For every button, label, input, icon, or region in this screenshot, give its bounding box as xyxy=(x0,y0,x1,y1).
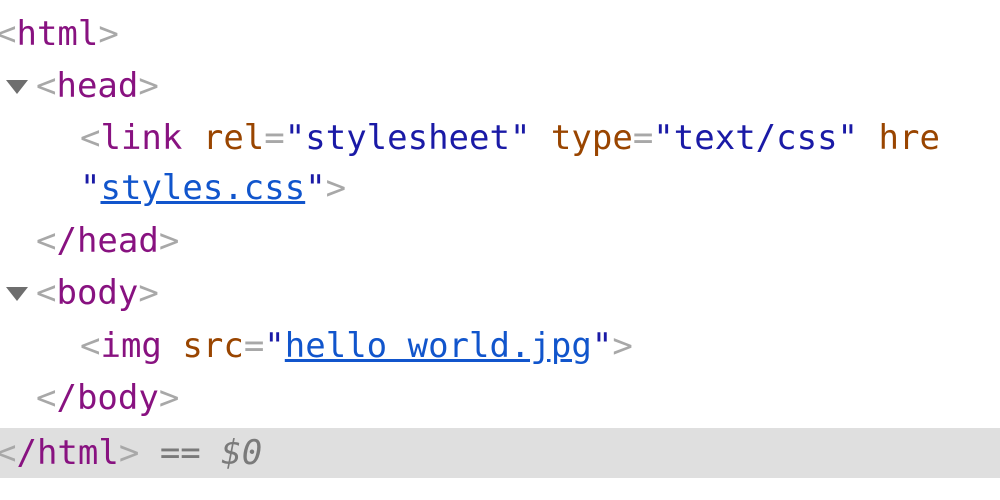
bracket: > xyxy=(325,168,347,208)
bracket: < xyxy=(36,273,57,313)
bracket: < xyxy=(0,14,17,54)
dom-node-head[interactable]: <head> xyxy=(0,61,1000,111)
bracket: > xyxy=(138,66,159,106)
bracket: > xyxy=(158,221,180,261)
dom-node-html-close-selected[interactable]: </html> == $0 xyxy=(0,428,1000,478)
head-close-tag: /head xyxy=(56,221,159,261)
dom-node-link-continuation[interactable]: "styles.css"> xyxy=(0,163,1000,213)
dom-node-body-close[interactable]: </body> xyxy=(0,373,1000,423)
link-tag: link xyxy=(100,118,183,158)
image-source-link[interactable]: hello world.jpg xyxy=(285,326,592,366)
bracket: > xyxy=(118,433,140,473)
bracket: < xyxy=(80,326,101,366)
type-value: text/css xyxy=(673,118,838,158)
href-attribute: hre xyxy=(878,118,940,158)
head-tag: head xyxy=(56,66,139,106)
body-tag: body xyxy=(56,273,139,313)
stylesheet-link[interactable]: styles.css xyxy=(100,168,305,208)
selected-equals: == xyxy=(159,433,201,473)
src-attribute: src xyxy=(182,326,244,366)
dom-node-body[interactable]: <body> xyxy=(0,268,1000,318)
dom-node-link[interactable]: <link rel="stylesheet" type="text/css" h… xyxy=(0,113,1000,163)
bracket: < xyxy=(0,433,17,473)
dom-node-html[interactable]: <html> xyxy=(0,9,1000,59)
bracket: > xyxy=(612,326,633,366)
dom-node-head-close[interactable]: </head> xyxy=(0,216,1000,266)
selected-node-reference: $0 xyxy=(221,433,263,473)
bracket: < xyxy=(36,66,57,106)
bracket: > xyxy=(98,14,119,54)
expand-triangle-icon[interactable] xyxy=(6,287,28,301)
bracket: < xyxy=(36,221,57,261)
type-attribute: type xyxy=(550,118,633,158)
img-tag: img xyxy=(100,326,162,366)
bracket: < xyxy=(36,378,57,418)
rel-value: stylesheet xyxy=(305,118,510,158)
html-close-tag: /html xyxy=(16,433,119,473)
bracket: < xyxy=(80,118,101,158)
dom-node-img[interactable]: <img src="hello world.jpg"> xyxy=(0,321,1000,371)
html-tag: html xyxy=(16,14,99,54)
body-close-tag: /body xyxy=(56,378,159,418)
rel-attribute: rel xyxy=(202,118,265,158)
expand-triangle-icon[interactable] xyxy=(6,80,28,94)
bracket: > xyxy=(138,273,159,313)
bracket: > xyxy=(158,378,180,418)
